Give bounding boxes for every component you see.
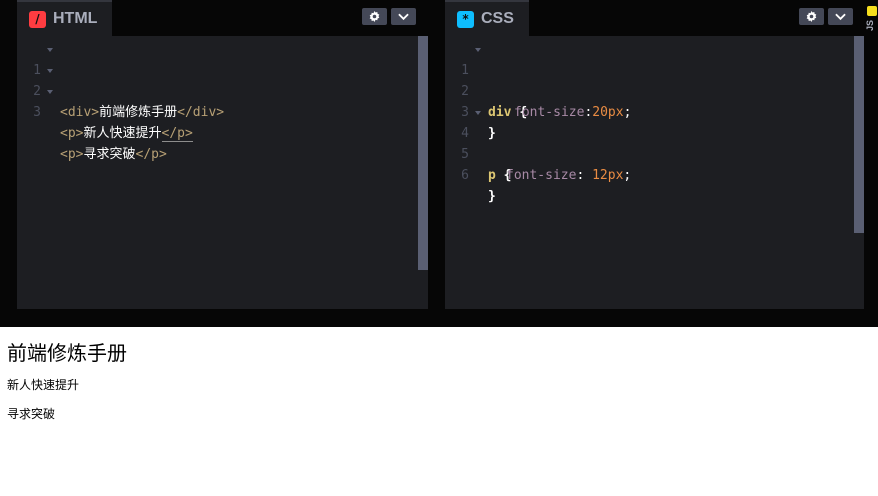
css-scrollbar[interactable] xyxy=(854,36,864,233)
html-settings-button[interactable] xyxy=(362,8,387,25)
css-property: font-size xyxy=(506,168,577,183)
code-line: 2 <p>新人快速提升</p> xyxy=(17,60,193,142)
chevron-down-icon xyxy=(398,13,409,20)
chevron-down-icon xyxy=(835,13,846,20)
css-icon: * xyxy=(457,10,474,28)
css-semicolon: ; xyxy=(623,105,632,120)
js-panel-collapsed[interactable]: JS xyxy=(864,0,878,309)
css-tab[interactable]: * CSS xyxy=(445,0,529,36)
css-editor-pane: * CSS 1 div { 2 font-size:20px; 3} 4 p … xyxy=(445,0,864,309)
fold-arrow-icon[interactable] xyxy=(47,48,53,52)
preview-paragraph: 寻求突破 xyxy=(7,407,56,421)
html-pane-header: / HTML xyxy=(17,0,428,36)
result-preview: 前端修炼手册 新人快速提升 寻求突破 xyxy=(0,327,878,496)
resize-divider[interactable] xyxy=(0,309,878,327)
code-line: 1 <div>前端修炼手册</div> xyxy=(17,39,224,120)
editor-area: / HTML 1 <div>前端修炼手册</div> 2 <p>新人快速提升</… xyxy=(0,0,878,309)
html-tab-label: HTML xyxy=(53,10,98,27)
js-icon xyxy=(867,6,877,16)
line-number: 6 xyxy=(461,168,469,183)
preview-paragraph: 新人快速提升 xyxy=(7,378,80,392)
css-colon: : xyxy=(576,168,593,183)
html-icon: / xyxy=(29,10,46,28)
css-value: 20px xyxy=(592,105,624,120)
preview-heading: 前端修炼手册 xyxy=(7,341,127,365)
html-tag: </p> xyxy=(161,126,193,142)
gear-icon xyxy=(806,11,817,22)
html-text: 寻求突破 xyxy=(83,147,136,162)
html-collapse-button[interactable] xyxy=(391,8,416,25)
code-line: 3 <p>寻求突破</p> xyxy=(17,81,167,162)
html-text: 新人快速提升 xyxy=(83,126,162,141)
css-code-editor[interactable]: 1 div { 2 font-size:20px; 3 } 4 p { 5 fo… xyxy=(445,36,864,309)
fold-arrow-icon[interactable] xyxy=(475,111,481,115)
html-scrollbar[interactable] xyxy=(418,36,428,270)
css-settings-button[interactable] xyxy=(799,8,824,25)
css-pane-header: * CSS xyxy=(445,0,864,36)
html-tag: <p> xyxy=(60,147,84,162)
code-line: 3 } xyxy=(445,81,508,141)
code-line: 4 p { xyxy=(445,102,511,183)
fold-arrow-icon[interactable] xyxy=(47,69,53,73)
fold-arrow-icon[interactable] xyxy=(47,90,53,94)
html-tag: </div> xyxy=(177,105,225,120)
code-line: 5 font-size: 12px; xyxy=(445,123,631,183)
css-semicolon: ; xyxy=(623,168,632,183)
css-value: 12px xyxy=(592,168,624,183)
html-editor-pane: / HTML 1 <div>前端修炼手册</div> 2 <p>新人快速提升</… xyxy=(17,0,428,309)
code-line: 2 font-size:20px; xyxy=(445,60,631,120)
css-tab-label: CSS xyxy=(481,10,514,27)
css-brace: } xyxy=(488,189,496,204)
code-line: 6 } xyxy=(445,144,508,204)
gear-icon xyxy=(369,11,380,22)
css-collapse-button[interactable] xyxy=(828,8,853,25)
code-line: 1 div { xyxy=(445,39,527,120)
html-tab[interactable]: / HTML xyxy=(17,0,113,36)
js-tab-label: JS xyxy=(865,20,875,32)
css-property: font-size xyxy=(514,105,585,120)
html-tag: </p> xyxy=(135,147,167,162)
html-text: 前端修炼手册 xyxy=(99,105,178,120)
html-code-editor[interactable]: 1 <div>前端修炼手册</div> 2 <p>新人快速提升</p> 3 <p… xyxy=(17,36,428,309)
line-number: 3 xyxy=(33,105,41,120)
fold-arrow-icon[interactable] xyxy=(475,48,481,52)
